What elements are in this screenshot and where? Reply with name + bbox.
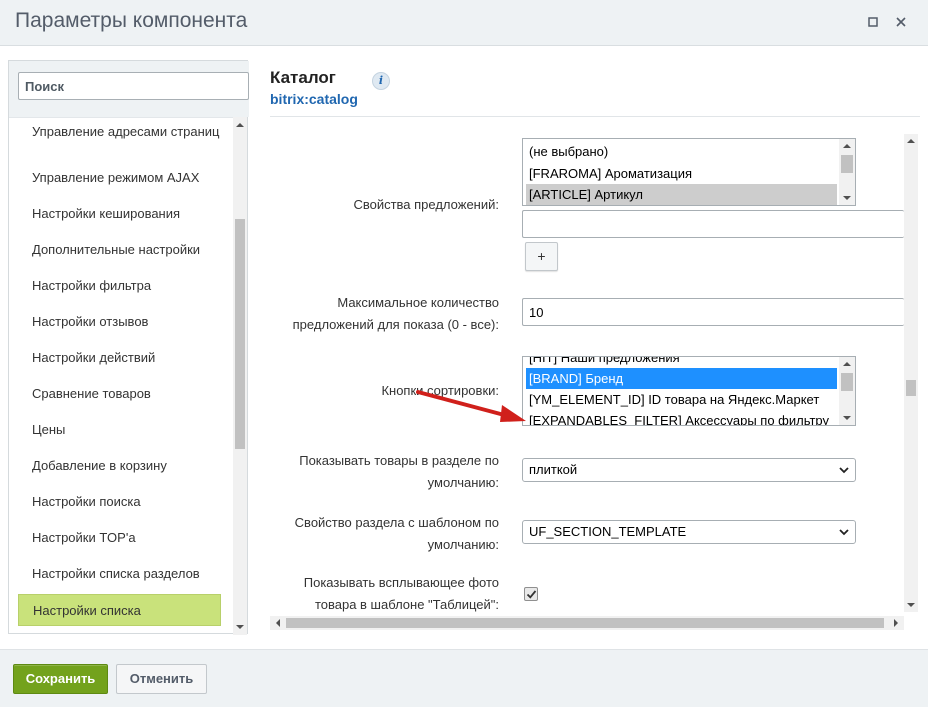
scroll-down-icon[interactable] bbox=[236, 623, 244, 631]
chevron-down-icon bbox=[839, 529, 849, 536]
header-divider bbox=[270, 116, 920, 117]
title-bar: Параметры компонента bbox=[0, 0, 928, 46]
main-panel: Управление адресами страниц Управление р… bbox=[0, 46, 928, 650]
component-header: Каталог bitrix:catalog bbox=[270, 68, 358, 107]
listbox-option[interactable]: (не выбрано) bbox=[526, 141, 837, 162]
max-offers-input[interactable] bbox=[522, 298, 904, 326]
offer-props-listbox[interactable]: (не выбрано) [FRAROMA] Ароматизация [ART… bbox=[522, 138, 856, 206]
nav-item-cache[interactable]: Настройки кеширования bbox=[18, 206, 221, 221]
nav-item-section-list[interactable]: Настройки списка разделов bbox=[18, 566, 221, 581]
section-template-select[interactable]: UF_SECTION_TEMPLATE bbox=[522, 520, 856, 544]
popup-photo-label: Показывать всплывающее фото товара в шаб… bbox=[303, 575, 499, 612]
listbox-option-selected[interactable]: [ARTICLE] Артикул bbox=[526, 184, 837, 205]
scroll-left-icon[interactable] bbox=[274, 619, 282, 627]
nav-item-url-management[interactable]: Управление адресами страниц bbox=[18, 124, 221, 139]
max-offers-label: Максимальное количество предложений для … bbox=[292, 295, 499, 332]
save-button[interactable]: Сохранить bbox=[13, 664, 108, 694]
section-view-select[interactable]: плиткой bbox=[522, 458, 856, 482]
nav-item-ajax[interactable]: Управление режимом AJAX bbox=[18, 170, 221, 185]
scroll-up-icon[interactable] bbox=[843, 361, 851, 367]
scroll-up-icon[interactable] bbox=[236, 121, 244, 129]
scroll-up-icon[interactable] bbox=[843, 143, 851, 149]
check-icon bbox=[526, 590, 537, 599]
close-icon[interactable] bbox=[894, 15, 908, 29]
listbox-scrollbar[interactable] bbox=[839, 357, 855, 425]
add-row-button[interactable]: + bbox=[525, 242, 558, 271]
sort-buttons-listbox[interactable]: [HIT] Наши предложения [BRAND] Бренд [YM… bbox=[522, 356, 856, 426]
nav-item-add-to-cart[interactable]: Добавление в корзину bbox=[18, 458, 221, 473]
nav-item-search[interactable]: Настройки поиска bbox=[18, 494, 221, 509]
content-scroll-thumb[interactable] bbox=[906, 380, 916, 396]
scroll-down-icon[interactable] bbox=[843, 195, 851, 201]
component-title: Каталог bbox=[270, 68, 336, 87]
listbox-option[interactable]: [YM_ELEMENT_ID] ID товара на Яндекс.Марк… bbox=[526, 389, 837, 410]
listbox-option-selected[interactable]: [BRAND] Бренд bbox=[526, 368, 837, 389]
sidebar-scrollbar[interactable] bbox=[233, 117, 247, 635]
listbox-option[interactable]: [FRAROMA] Ароматизация bbox=[526, 163, 837, 184]
scroll-right-icon[interactable] bbox=[892, 619, 900, 627]
search-input[interactable] bbox=[18, 72, 249, 100]
maximize-icon[interactable] bbox=[866, 15, 880, 29]
nav-item-prices[interactable]: Цены bbox=[18, 422, 221, 437]
annotation-arrow-icon bbox=[416, 390, 526, 422]
nav-item-list-settings[interactable]: Настройки списка bbox=[18, 594, 221, 626]
nav-item-additional[interactable]: Дополнительные настройки bbox=[18, 242, 221, 257]
sidebar: Управление адресами страниц Управление р… bbox=[8, 60, 249, 635]
scroll-down-icon[interactable] bbox=[907, 601, 915, 609]
nav-item-compare[interactable]: Сравнение товаров bbox=[18, 386, 221, 401]
scroll-up-icon[interactable] bbox=[907, 137, 915, 145]
horizontal-scroll-thumb[interactable] bbox=[286, 618, 884, 628]
listbox-scrollbar[interactable] bbox=[839, 139, 855, 205]
popup-photo-checkbox[interactable] bbox=[524, 587, 538, 601]
dialog-title: Параметры компонента bbox=[15, 9, 248, 32]
cancel-button[interactable]: Отменить bbox=[116, 664, 207, 694]
sidebar-scroll-thumb[interactable] bbox=[235, 219, 245, 449]
select-value: UF_SECTION_TEMPLATE bbox=[529, 524, 687, 539]
nav-item-filter[interactable]: Настройки фильтра bbox=[18, 278, 221, 293]
scroll-down-icon[interactable] bbox=[843, 415, 851, 421]
component-code: bitrix:catalog bbox=[270, 91, 358, 107]
offer-props-add-input[interactable] bbox=[522, 210, 904, 238]
listbox-scroll-thumb[interactable] bbox=[841, 155, 853, 173]
properties-area: Свойства предложений: (не выбрано) [FRAR… bbox=[270, 134, 904, 614]
listbox-option[interactable]: [HIT] Наши предложения bbox=[526, 357, 837, 368]
search-wrap bbox=[9, 61, 249, 117]
listbox-scroll-thumb[interactable] bbox=[841, 373, 853, 391]
footer: Сохранить Отменить bbox=[0, 650, 928, 707]
section-template-label: Свойство раздела с шаблоном по умолчанию… bbox=[294, 515, 499, 552]
offer-props-label: Свойства предложений: bbox=[353, 197, 499, 212]
info-icon[interactable]: i bbox=[372, 72, 390, 90]
nav-item-actions[interactable]: Настройки действий bbox=[18, 350, 221, 365]
horizontal-scrollbar[interactable] bbox=[270, 616, 904, 630]
nav-item-reviews[interactable]: Настройки отзывов bbox=[18, 314, 221, 329]
section-view-label: Показывать товары в разделе по умолчанию… bbox=[299, 453, 499, 490]
select-value: плиткой bbox=[529, 462, 578, 477]
chevron-down-icon bbox=[839, 467, 849, 474]
listbox-option[interactable]: [EXPANDABLES_FILTER] Аксессуары по фильт… bbox=[526, 410, 837, 425]
content-scrollbar[interactable] bbox=[904, 134, 918, 612]
nav-item-top[interactable]: Настройки TOP'а bbox=[18, 530, 221, 545]
nav-list: Управление адресами страниц Управление р… bbox=[9, 117, 233, 635]
